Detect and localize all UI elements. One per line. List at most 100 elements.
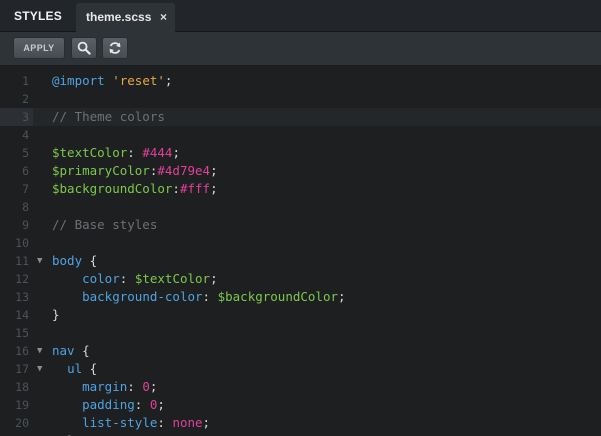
refresh-button[interactable] — [102, 37, 128, 59]
line-number: 15 — [15, 326, 29, 340]
line-number: 14 — [15, 308, 29, 322]
code-text: } — [52, 306, 60, 324]
line-gutter: 10 — [0, 234, 33, 252]
code-token-plain: ; — [157, 397, 165, 412]
tab-file-label: theme.scss — [86, 10, 152, 24]
search-button[interactable] — [71, 37, 97, 59]
code-token-keyword: body — [52, 253, 83, 268]
code-token-plain: ; — [210, 163, 218, 178]
code-token-plain: : — [127, 145, 143, 160]
code-text: $backgroundColor:#fff; — [52, 180, 218, 198]
code-line[interactable]: 17 ▼ ul { — [0, 360, 601, 378]
code-line[interactable]: 13 background-color: $backgroundColor; — [0, 288, 601, 306]
line-gutter: 1 — [0, 72, 33, 90]
line-number: 10 — [15, 236, 29, 250]
code-token-plain: : — [127, 379, 143, 394]
line-gutter: 5 — [0, 144, 33, 162]
tab-theme-scss[interactable]: theme.scss × — [76, 3, 175, 32]
line-number: 13 — [15, 290, 29, 304]
code-token-var: $textColor — [52, 145, 128, 160]
code-token-plain: ; — [338, 289, 346, 304]
fold-arrow-icon[interactable]: ▼ — [37, 360, 42, 378]
line-number: 9 — [22, 218, 29, 232]
code-line[interactable]: 4 — [0, 126, 601, 144]
code-token-prop: background-color — [82, 289, 203, 304]
line-gutter: 19 — [0, 396, 33, 414]
line-gutter: 18 — [0, 378, 33, 396]
code-line[interactable]: 18 margin: 0; — [0, 378, 601, 396]
line-gutter: 3 — [0, 108, 33, 126]
code-line[interactable]: 10 — [0, 234, 601, 252]
code-line[interactable]: 21 } — [0, 432, 601, 436]
code-token-plain: ; — [202, 415, 211, 430]
code-text: nav { — [52, 342, 90, 360]
tab-styles[interactable]: STYLES — [0, 0, 76, 32]
code-editor[interactable]: 1 @import 'reset'; 2 3 // Theme colors 4 5 $tex… — [0, 66, 601, 436]
code-text: } — [52, 432, 75, 436]
line-number: 19 — [15, 398, 29, 412]
code-token-plain: { — [74, 343, 90, 358]
code-line[interactable]: 1 @import 'reset'; — [0, 72, 601, 90]
code-text: // Theme colors — [52, 108, 165, 126]
code-line[interactable]: 9 // Base styles — [0, 216, 601, 234]
code-line[interactable]: 5 $textColor: #444; — [0, 144, 601, 162]
close-icon[interactable]: × — [160, 3, 167, 31]
line-number: 3 — [22, 110, 29, 124]
tab-bar: STYLES theme.scss × — [0, 0, 601, 32]
code-text: list-style: none; — [52, 414, 210, 432]
code-text: $primaryColor:#4d79e4; — [52, 162, 218, 180]
code-line[interactable]: 19 padding: 0; — [0, 396, 601, 414]
line-gutter: 21 — [0, 432, 33, 436]
code-line[interactable]: 7 $backgroundColor:#fff; — [0, 180, 601, 198]
code-token-value: 0 — [142, 379, 150, 394]
toolbar: APPLY — [0, 32, 601, 66]
code-token-keyword: ul — [67, 361, 83, 376]
code-token-plain: { — [82, 253, 98, 268]
code-line[interactable]: 16 ▼ nav { — [0, 342, 601, 360]
code-line[interactable]: 14} — [0, 306, 601, 324]
code-line[interactable]: 12 color: $textColor; — [0, 270, 601, 288]
code-token-plain: ; — [164, 73, 173, 88]
line-gutter: 20 — [0, 414, 33, 432]
line-number: 11 — [15, 254, 29, 268]
code-token-value: none — [172, 415, 203, 430]
line-number: 1 — [22, 74, 29, 88]
line-number: 5 — [22, 146, 29, 160]
code-token-prop: list-style — [82, 415, 158, 430]
line-gutter: 4 — [0, 126, 33, 144]
apply-button[interactable]: APPLY — [13, 37, 65, 59]
code-token-prop: margin — [82, 379, 128, 394]
code-token-comment: // Theme colors — [52, 109, 165, 124]
code-line[interactable]: 20 list-style: none; — [0, 414, 601, 432]
line-gutter: 17 — [0, 360, 33, 378]
code-line[interactable]: 8 — [0, 198, 601, 216]
code-text: ul { — [52, 360, 97, 378]
code-line[interactable]: 2 — [0, 90, 601, 108]
line-gutter: 12 — [0, 270, 33, 288]
line-number: 2 — [22, 92, 29, 106]
code-token-plain: ; — [172, 145, 180, 160]
fold-arrow-icon[interactable]: ▼ — [37, 342, 42, 360]
code-line[interactable]: 6 $primaryColor:#4d79e4; — [0, 162, 601, 180]
code-token-value: #444 — [142, 145, 173, 160]
code-token-plain: } — [52, 307, 60, 322]
fold-arrow-icon[interactable]: ▼ — [37, 252, 42, 270]
code-line[interactable]: 15 — [0, 324, 601, 342]
code-line[interactable]: 3 // Theme colors — [0, 108, 601, 126]
code-token-keyword: nav — [52, 343, 75, 358]
line-number: 12 — [15, 272, 29, 286]
code-text: background-color: $backgroundColor; — [52, 288, 346, 306]
code-text: // Base styles — [52, 216, 157, 234]
code-token-plain: ; — [210, 271, 218, 286]
line-gutter: 8 — [0, 198, 33, 216]
code-token-plain: ; — [210, 181, 218, 196]
code-token-var: $backgroundColor — [52, 181, 173, 196]
code-line[interactable]: 11 ▼ body { — [0, 252, 601, 270]
code-token-value: #4d79e4 — [157, 163, 211, 178]
style-editor-window: STYLES theme.scss × APPLY 1 @import 'rese… — [0, 0, 601, 436]
line-number: 4 — [22, 128, 29, 142]
code-token-prop: padding — [82, 397, 135, 412]
code-token-string: 'reset' — [112, 73, 165, 88]
